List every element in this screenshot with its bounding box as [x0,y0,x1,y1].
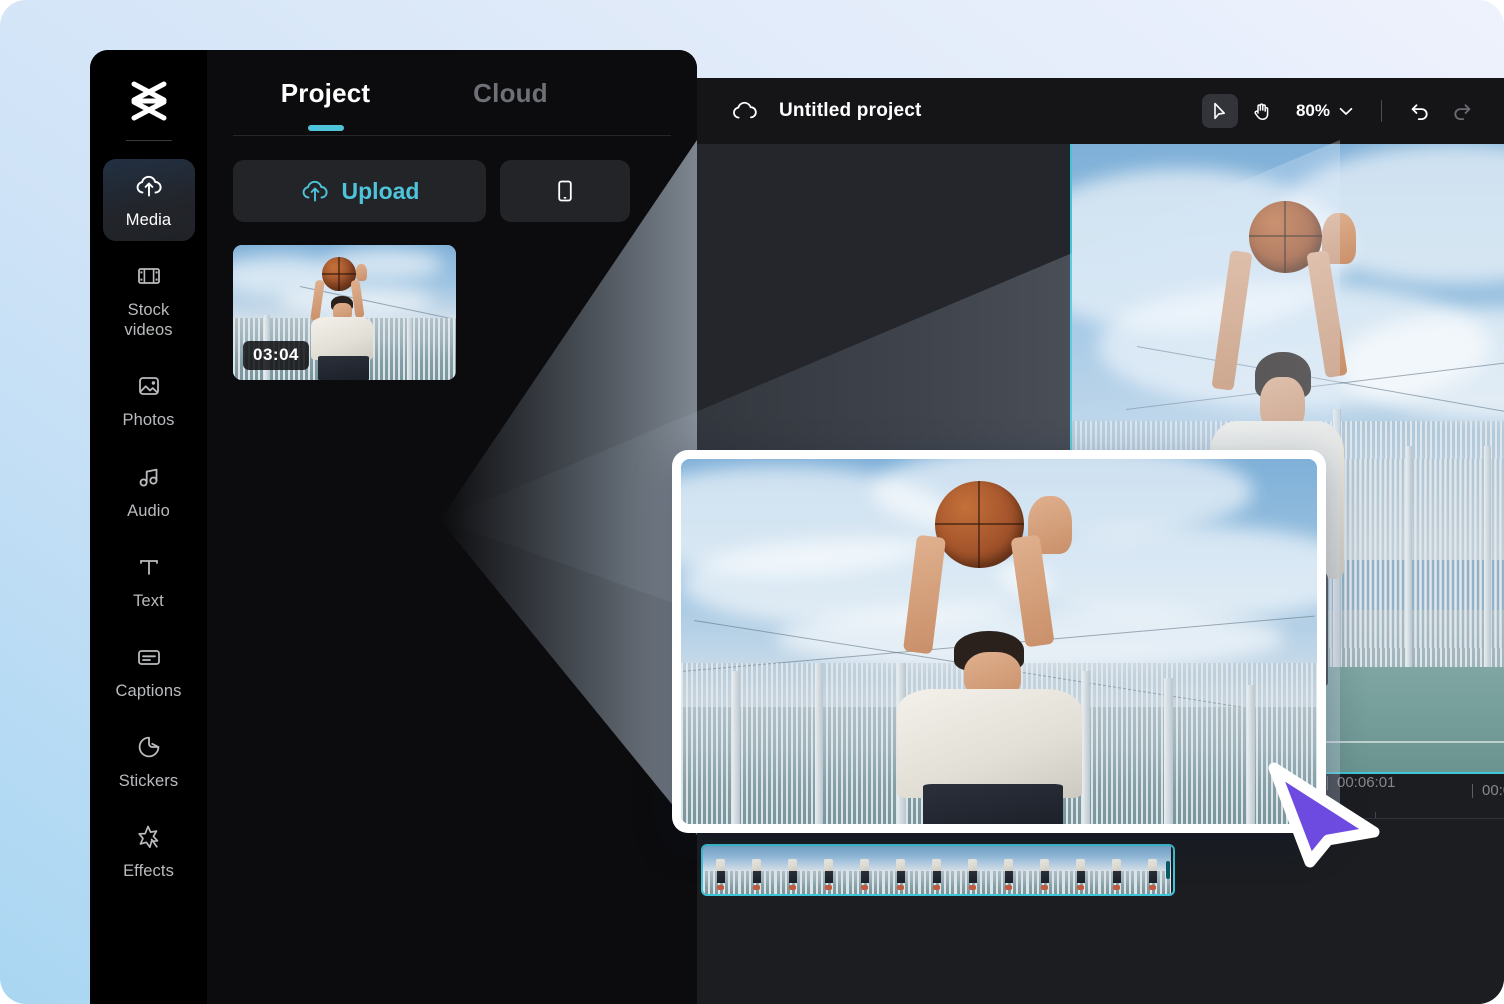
clip-thumbnail-frame [1063,846,1099,894]
redo-arrow-icon [1454,104,1471,120]
clip-thumbnail-frame [883,846,919,894]
sidebar-rail: Media Stock videos Photos Audio Text Cap… [90,50,207,1004]
media-panel: Project Cloud Upload 03:04 [207,50,697,1004]
music-note-icon [139,468,157,486]
timeline-track-area [697,832,1504,942]
sidebar-item-label: Captions [115,681,182,700]
upload-from-phone-button[interactable] [500,160,630,222]
tab-project[interactable]: Project [233,78,418,135]
undo-arrow-icon [1411,104,1428,120]
clip-thumbnail-frame [919,846,955,894]
upload-button-label: Upload [341,177,420,204]
tab-cloud[interactable]: Cloud [418,78,603,135]
clip-thumbnail-frame [955,846,991,894]
cloud-upload-icon [136,175,161,197]
timeline-clip[interactable] [701,844,1175,896]
sidebar-item-stickers[interactable]: Stickers [103,720,195,802]
project-title: Untitled project [779,100,922,121]
tab-label: Project [280,78,371,108]
clip-thumbnail-frame [1099,846,1135,894]
media-item-video[interactable]: 03:04 [233,245,456,380]
cloud-upload-icon [302,180,328,202]
chevron-down-icon [1339,107,1353,115]
undo-button[interactable] [1402,94,1438,128]
clip-thumbnail-frame [847,846,883,894]
sidebar-item-label: Media [125,211,172,229]
image-icon [138,377,159,396]
timeline-duration-label: 00:06:01 [1326,774,1396,791]
captions-icon [137,649,160,665]
sidebar-item-photos[interactable]: Photos [103,359,195,441]
sidebar-item-label: Photos [122,411,175,430]
hand-tool-button[interactable] [1244,94,1280,128]
clip-thumbnail-frame [811,846,847,894]
redo-button[interactable] [1444,94,1480,128]
editor-header: Untitled project 80% [697,78,1504,144]
ruler-tick-label: 00:0 [1471,782,1504,799]
clip-thumbnail-frame [739,846,775,894]
zoom-level-dropdown[interactable]: 80% [1296,101,1353,121]
sidebar-item-audio[interactable]: Audio [103,450,195,532]
select-tool-button[interactable] [1201,94,1238,128]
hand-icon [1254,102,1269,120]
editor-toolbar: 80% [1201,94,1480,128]
film-strip-icon [137,268,160,285]
text-t-icon [139,559,158,575]
sticker-icon [138,736,159,758]
sidebar-item-effects[interactable]: Effects [103,810,195,892]
capcut-logo-icon [131,81,166,121]
sidebar-item-label: Stock videos [124,301,173,340]
sidebar-item-captions[interactable]: Captions [103,630,195,712]
clip-thumbnail-frame [703,846,739,894]
sidebar-item-media[interactable]: Media [102,159,195,242]
clip-thumbnail-frame [991,846,1027,894]
tab-label: Cloud [473,78,548,108]
sidebar-item-label: Effects [123,862,174,880]
clip-thumbnail-frame [1027,846,1063,894]
mobile-phone-icon [558,180,572,202]
clip-thumbnail-frame [775,846,811,894]
sidebar-item-label: Stickers [118,771,179,790]
capcut-app-window: Media Stock videos Photos Audio Text Cap… [90,50,697,1004]
media-duration-badge: 03:04 [243,341,309,370]
media-tabs: Project Cloud [233,50,671,136]
upload-row: Upload [207,136,697,222]
cursor-arrow-icon [1214,102,1225,120]
media-grid: 03:04 [207,222,697,380]
sidebar-item-label: Audio [127,501,170,520]
magnified-preview-image [681,459,1317,824]
toolbar-divider [1381,100,1382,122]
zoom-level-value: 80% [1295,101,1330,120]
upload-button[interactable]: Upload [233,160,486,222]
magnified-preview-card[interactable] [672,450,1326,833]
sidebar-item-stock-videos[interactable]: Stock videos [103,249,195,351]
sparkle-star-icon [137,825,158,849]
rail-divider [125,140,172,141]
cloud-icon [733,101,757,119]
sidebar-item-text[interactable]: Text [103,540,195,622]
clip-trim-handle-right[interactable] [1166,861,1170,879]
screenshot-root: Media Stock videos Photos Audio Text Cap… [0,0,1504,1004]
sidebar-item-label: Text [133,591,164,610]
